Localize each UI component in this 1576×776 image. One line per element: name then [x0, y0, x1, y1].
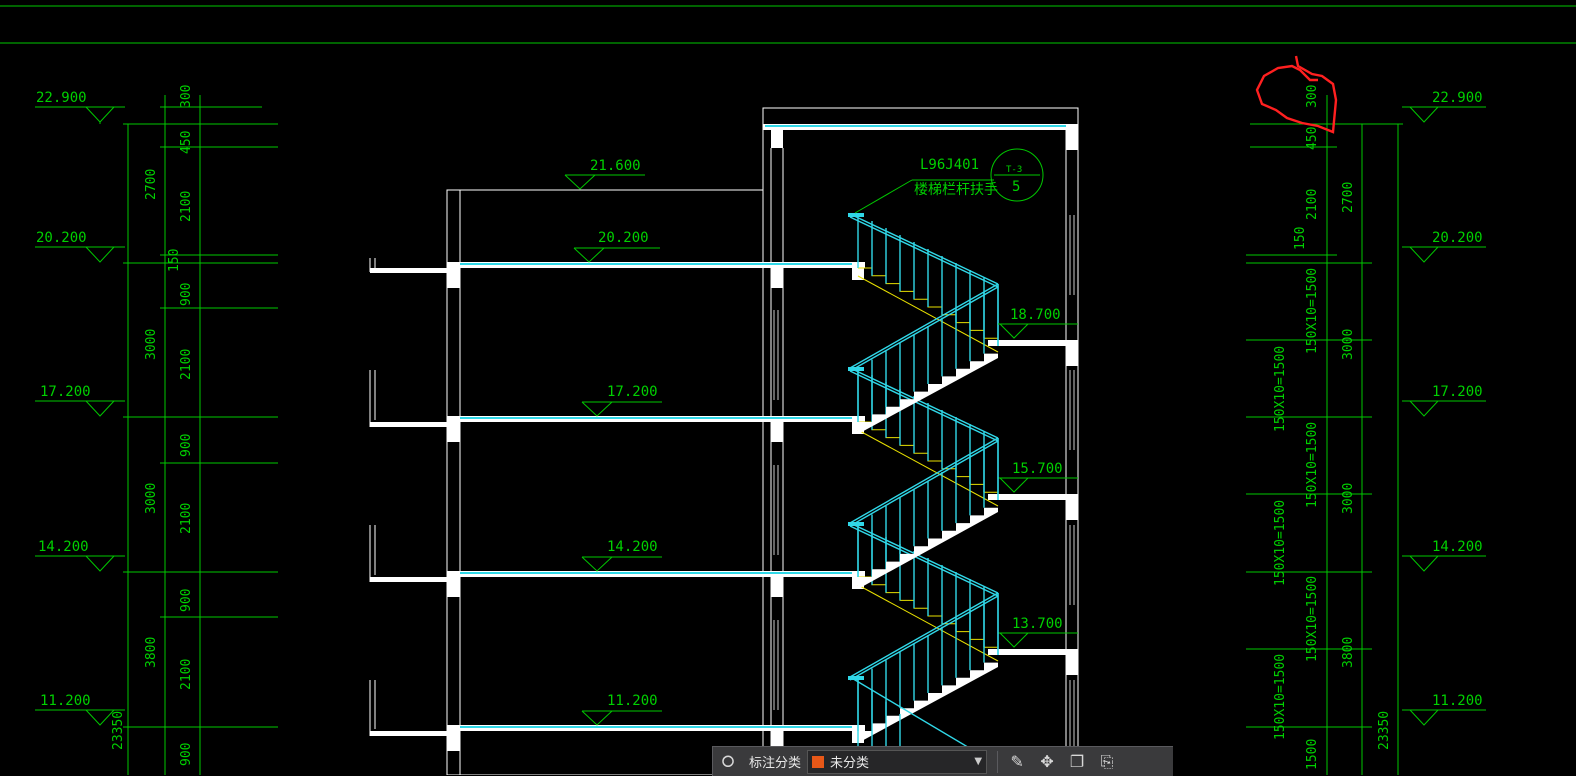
- floor-elevation-mark: 14.200: [581, 539, 662, 572]
- roof-elevation-mark: 21.600: [564, 158, 645, 190]
- dim-right-inner: 150: [1293, 227, 1308, 250]
- dim-left-inner: 900: [179, 589, 194, 612]
- dim-left-inner: 2100: [179, 191, 194, 222]
- floor-slab: [370, 571, 865, 597]
- edit-icon[interactable]: ✎: [1002, 747, 1032, 776]
- copy-icon[interactable]: ❐: [1062, 747, 1092, 776]
- svg-text:13.700: 13.700: [1012, 616, 1063, 632]
- move-icon[interactable]: ✥: [1032, 747, 1062, 776]
- dim-right-inner: 150X10=1500: [1273, 346, 1288, 432]
- cad-drawing-canvas[interactable]: 22.900 20.200 17.200 14.200 11.200 2700 …: [0, 0, 1576, 775]
- dim-right-inner: 150X10=1500: [1305, 422, 1320, 508]
- dim-right-inner: 2100: [1305, 189, 1320, 220]
- svg-text:T-3: T-3: [1006, 165, 1022, 175]
- dim-left-inner: 900: [179, 434, 194, 457]
- dim-left-inner: 900: [179, 743, 194, 766]
- category-select[interactable]: 未分类 ▼: [807, 749, 988, 774]
- svg-text:20.200: 20.200: [598, 230, 649, 246]
- dim-right-inner: 1500: [1305, 739, 1320, 770]
- dim-left-inner: 2100: [179, 349, 194, 380]
- svg-text:11.200: 11.200: [1432, 693, 1483, 709]
- svg-text:11.200: 11.200: [607, 693, 658, 709]
- dim-left-total: 23350: [111, 711, 126, 750]
- dim-right-inner: 150X10=1500: [1305, 268, 1320, 354]
- left-elevation-marker: 20.200: [35, 230, 125, 263]
- right-elevation-marker: 22.900: [1402, 90, 1486, 123]
- chevron-down-icon: ▼: [974, 756, 983, 767]
- stair-flights: [848, 213, 999, 775]
- stair-landing: [988, 632, 1078, 675]
- svg-text:20.200: 20.200: [1432, 230, 1483, 246]
- left-elevation-marker: 17.200: [35, 384, 125, 417]
- svg-text:14.200: 14.200: [38, 539, 89, 555]
- dim-left-inner: 2100: [179, 659, 194, 690]
- annotation-toolbar: ⭘ 标注分类 未分类 ▼ ✎ ✥ ❐ ⎘: [712, 746, 1173, 776]
- revision-cloud-mark: [1255, 55, 1338, 134]
- layers-icon[interactable]: ⭘: [713, 747, 743, 776]
- right-elevation-marker: 17.200: [1402, 384, 1486, 417]
- stair-landing: [988, 323, 1078, 366]
- svg-text:15.700: 15.700: [1012, 461, 1063, 477]
- dim-right-inner: 150X10=1500: [1305, 576, 1320, 662]
- right-elevation-marker: 14.200: [1402, 539, 1486, 572]
- left-elevation-marker: 22.900: [35, 90, 125, 124]
- dim-right-inner: 300: [1305, 85, 1320, 108]
- paste-icon[interactable]: ⎘: [1092, 747, 1122, 776]
- toolbar-label: 标注分类: [749, 756, 802, 771]
- svg-text:22.900: 22.900: [1432, 90, 1483, 106]
- svg-text:17.200: 17.200: [40, 384, 91, 400]
- dim-left-outer: 3000: [144, 483, 159, 514]
- dim-left-inner: 150: [167, 249, 182, 272]
- floor-elevation-mark: 11.200: [581, 693, 662, 726]
- svg-text:22.900: 22.900: [36, 90, 87, 106]
- dim-left-outer: 2700: [144, 169, 159, 200]
- dim-left-outer: 3800: [144, 637, 159, 668]
- dim-right-outer: 3000: [1341, 483, 1356, 514]
- svg-text:L96J401: L96J401: [920, 157, 979, 173]
- color-swatch: [812, 755, 825, 768]
- dim-right-total: 23350: [1377, 711, 1392, 750]
- wall-window-hatch: [773, 215, 1075, 760]
- svg-text:14.200: 14.200: [607, 539, 658, 555]
- detail-callout: L96J401 楼梯栏杆扶手 T-3 5: [854, 148, 1044, 214]
- dim-left-outer: 3000: [144, 329, 159, 360]
- left-elevation-marker: 14.200: [35, 539, 125, 572]
- dim-left-inner: 2100: [179, 503, 194, 534]
- svg-text:20.200: 20.200: [36, 230, 87, 246]
- svg-text:18.700: 18.700: [1010, 307, 1061, 323]
- toolbar-divider: [997, 750, 999, 773]
- svg-text:21.600: 21.600: [590, 158, 641, 174]
- dim-left-inner: 450: [179, 131, 194, 154]
- floor-elevation-mark: 20.200: [573, 230, 660, 263]
- svg-text:17.200: 17.200: [1432, 384, 1483, 400]
- svg-text:楼梯栏杆扶手: 楼梯栏杆扶手: [914, 182, 998, 198]
- dim-left-inner: 900: [179, 283, 194, 306]
- category-select-value: 未分类: [830, 756, 870, 771]
- landing-elevation-mark: 13.700: [999, 616, 1063, 648]
- dim-right-outer: 2700: [1341, 182, 1356, 213]
- svg-text:5: 5: [1012, 179, 1020, 195]
- floor-slab: [370, 416, 865, 442]
- dim-right-inner: 150X10=1500: [1273, 500, 1288, 586]
- right-elevation-column: [1246, 95, 1403, 775]
- right-elevation-marker: 20.200: [1402, 230, 1486, 263]
- floor-elevation-mark: 17.200: [581, 384, 662, 417]
- right-elevation-marker: 11.200: [1402, 693, 1486, 726]
- floor-slab: [370, 262, 865, 288]
- dim-right-inner: 450: [1305, 127, 1320, 150]
- landing-elevation-mark: 15.700: [999, 461, 1063, 493]
- svg-text:17.200: 17.200: [607, 384, 658, 400]
- dim-right-outer: 3800: [1341, 637, 1356, 668]
- stair-landing: [988, 477, 1078, 520]
- dim-left-inner: 300: [179, 85, 194, 108]
- svg-text:11.200: 11.200: [40, 693, 91, 709]
- dim-right-inner: 150X10=1500: [1273, 654, 1288, 740]
- dim-right-outer: 3000: [1341, 329, 1356, 360]
- svg-text:14.200: 14.200: [1432, 539, 1483, 555]
